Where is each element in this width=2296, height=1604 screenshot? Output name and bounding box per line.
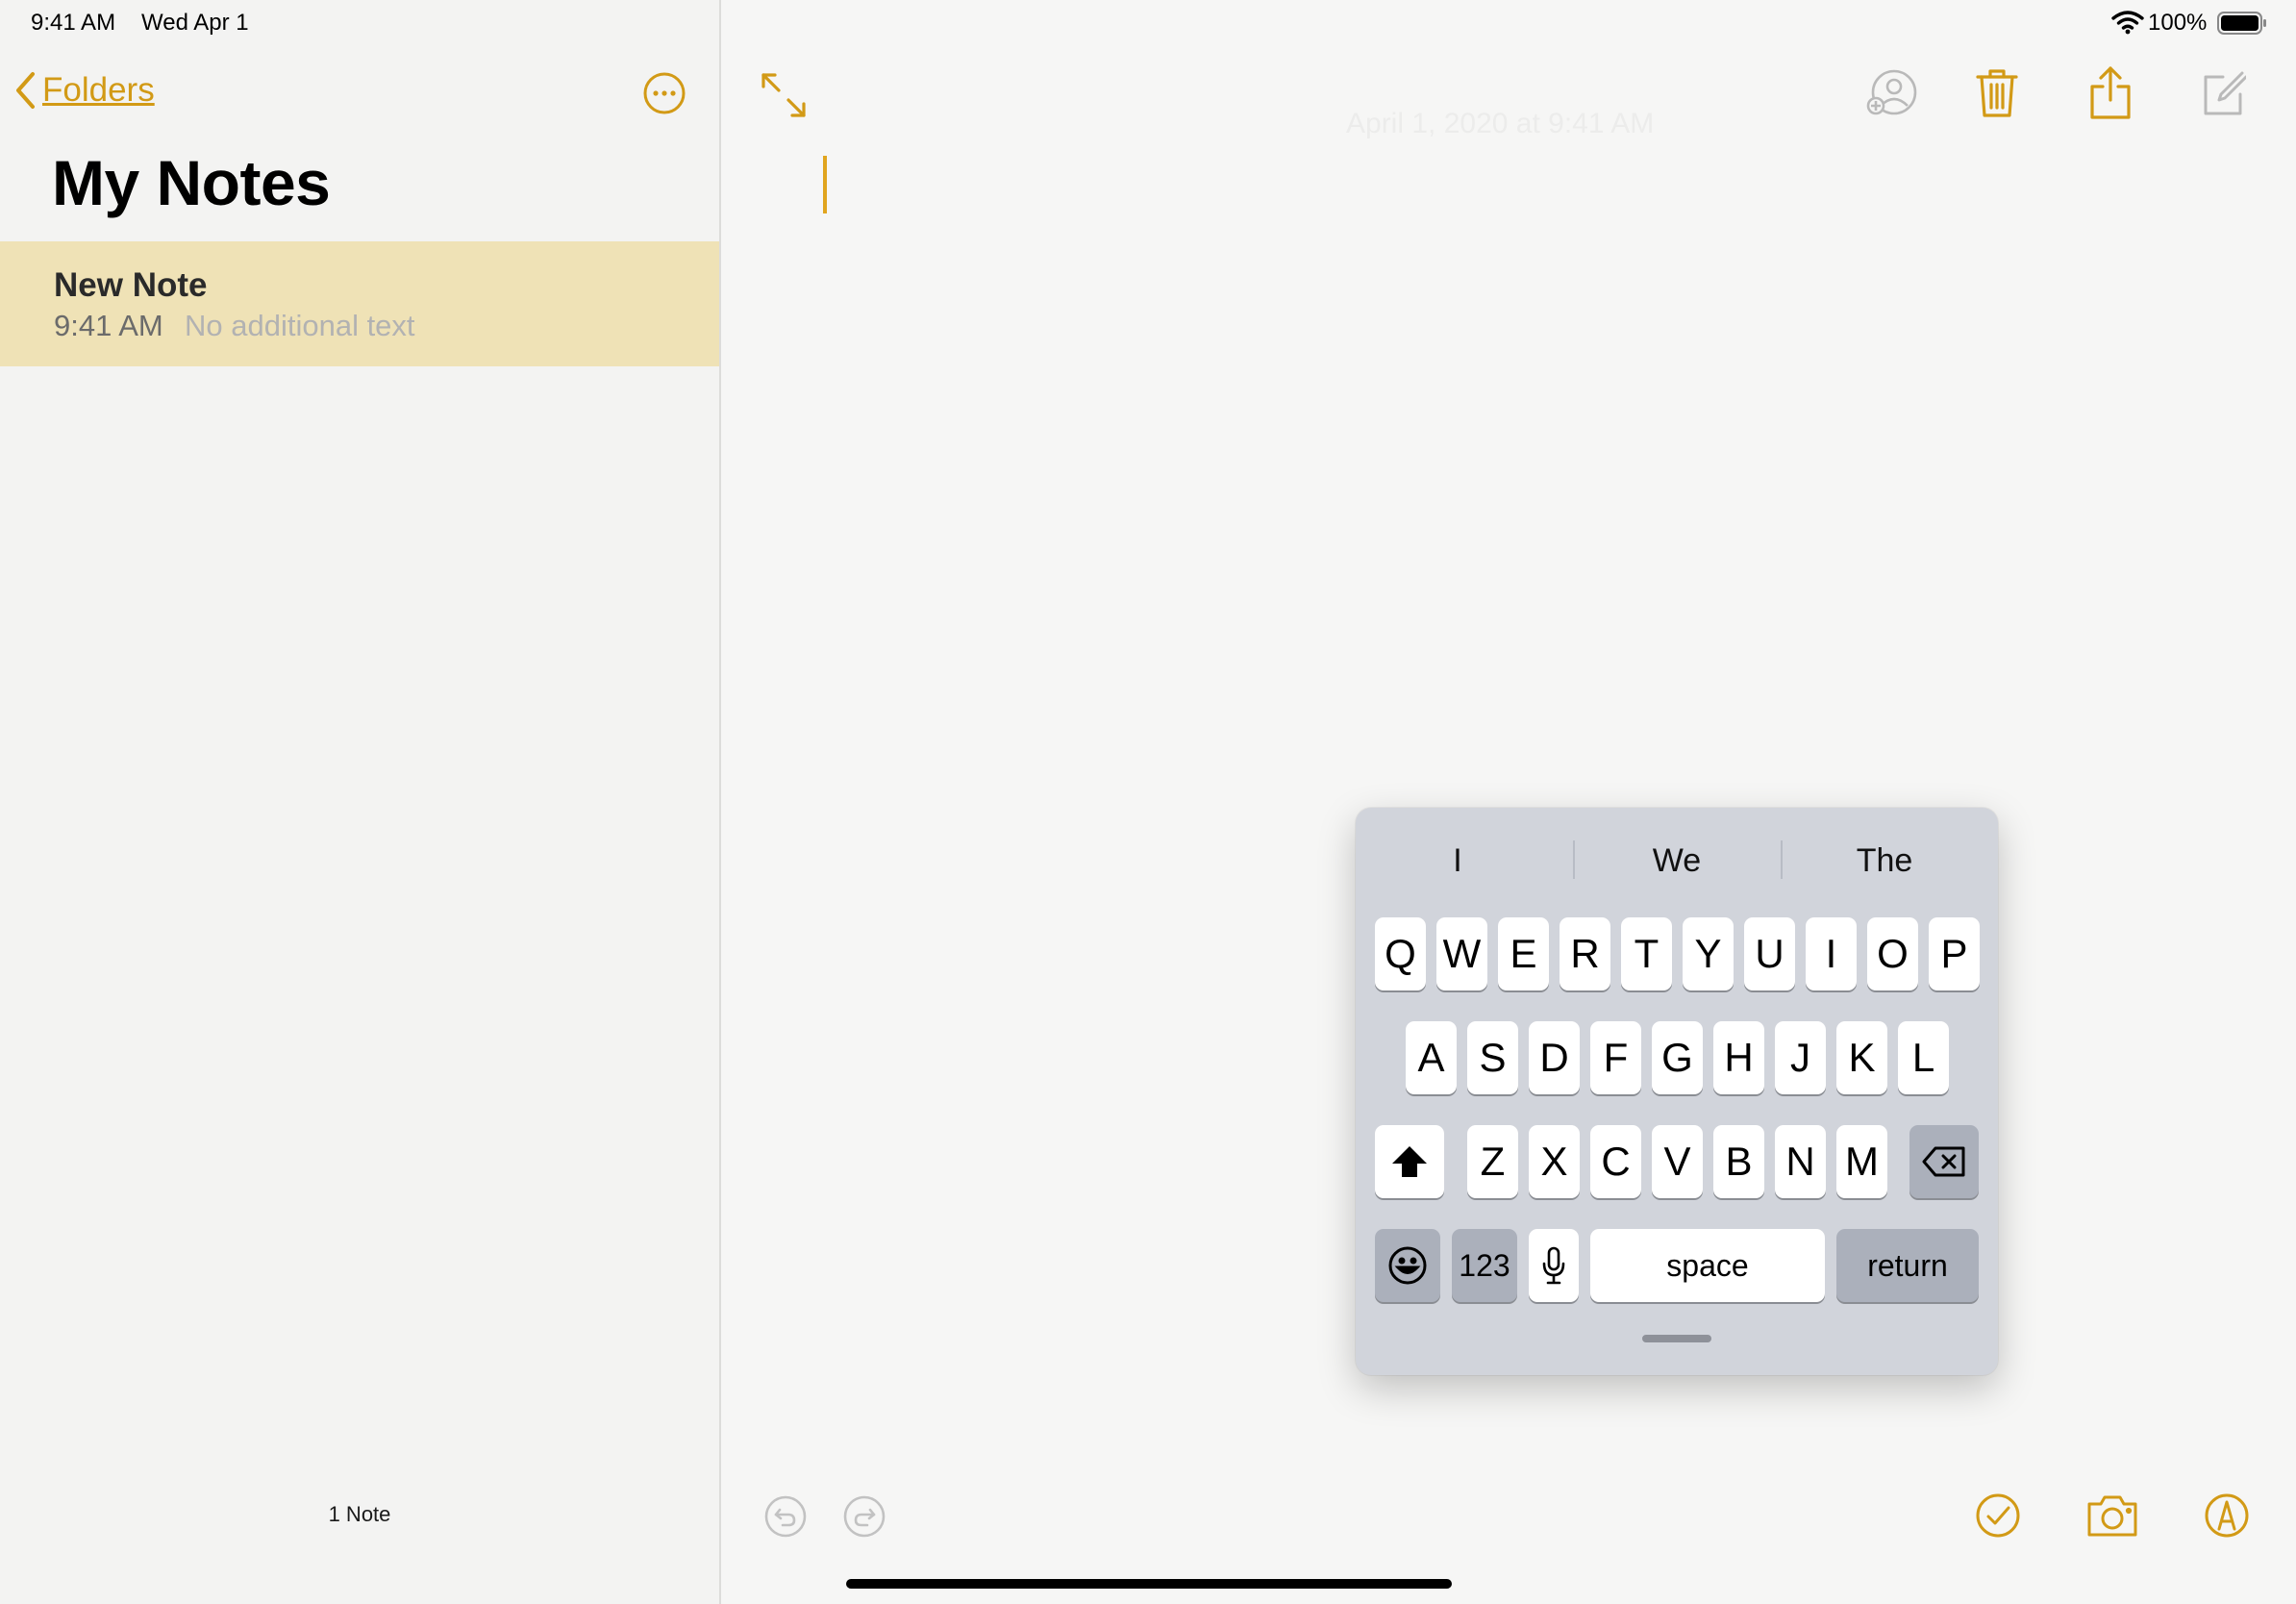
- key-m[interactable]: M: [1836, 1125, 1887, 1198]
- home-indicator[interactable]: [846, 1579, 1452, 1589]
- shift-icon: [1390, 1144, 1429, 1179]
- suggestion-1[interactable]: I: [1356, 842, 1560, 881]
- key-u[interactable]: U: [1744, 917, 1795, 990]
- compose-icon[interactable]: [2202, 69, 2246, 117]
- floating-keyboard: I We The Q W E R T Y U I O P A S D F G H…: [1356, 808, 1998, 1375]
- key-b[interactable]: B: [1713, 1125, 1764, 1198]
- key-h[interactable]: H: [1713, 1021, 1764, 1094]
- markup-icon[interactable]: [2204, 1492, 2250, 1539]
- camera-icon[interactable]: [2086, 1492, 2138, 1539]
- key-r[interactable]: R: [1560, 917, 1610, 990]
- suggestion-3[interactable]: The: [1783, 842, 1986, 881]
- share-icon[interactable]: [2088, 65, 2133, 121]
- delete-key[interactable]: [1909, 1125, 1979, 1198]
- folders-back-button[interactable]: Folders: [13, 71, 155, 110]
- emoji-key[interactable]: [1375, 1229, 1440, 1302]
- battery-percent: 100%: [2148, 10, 2208, 36]
- checklist-icon[interactable]: [1975, 1492, 2021, 1539]
- key-z[interactable]: Z: [1467, 1125, 1518, 1198]
- numbers-key[interactable]: 123: [1452, 1229, 1517, 1302]
- backspace-icon: [1922, 1146, 1966, 1177]
- key-g[interactable]: G: [1652, 1021, 1703, 1094]
- key-d[interactable]: D: [1529, 1021, 1580, 1094]
- key-n[interactable]: N: [1775, 1125, 1826, 1198]
- battery-icon: [2217, 12, 2267, 35]
- note-list-item[interactable]: New Note 9:41 AM No additional text: [0, 241, 719, 366]
- expand-icon[interactable]: [760, 71, 808, 119]
- key-q[interactable]: Q: [1375, 917, 1426, 990]
- chevron-left-icon: [13, 71, 37, 110]
- microphone-icon: [1542, 1246, 1565, 1285]
- key-v[interactable]: V: [1652, 1125, 1703, 1198]
- note-preview: No additional text: [185, 309, 415, 342]
- more-options-icon[interactable]: [642, 71, 686, 115]
- status-date: Wed Apr 1: [141, 10, 249, 36]
- note-time: 9:41 AM: [54, 309, 163, 342]
- keyboard-drag-handle[interactable]: [1642, 1335, 1711, 1342]
- note-date: April 1, 2020 at 9:41 AM: [1346, 108, 1655, 139]
- key-w[interactable]: W: [1436, 917, 1487, 990]
- text-cursor[interactable]: [823, 156, 827, 213]
- redo-icon[interactable]: [842, 1494, 886, 1539]
- key-p[interactable]: P: [1929, 917, 1980, 990]
- key-f[interactable]: F: [1590, 1021, 1641, 1094]
- key-t[interactable]: T: [1621, 917, 1672, 990]
- sidebar: Folders My Notes New Note 9:41 AM No add…: [0, 0, 721, 1604]
- key-i[interactable]: I: [1806, 917, 1857, 990]
- page-title: My Notes: [52, 147, 331, 218]
- dictation-key[interactable]: [1529, 1229, 1579, 1302]
- undo-icon[interactable]: [763, 1494, 808, 1539]
- add-people-icon[interactable]: [1865, 69, 1917, 117]
- key-l[interactable]: L: [1898, 1021, 1949, 1094]
- space-key[interactable]: space: [1590, 1229, 1825, 1302]
- shift-key[interactable]: [1375, 1125, 1444, 1198]
- note-title: New Note: [54, 266, 208, 304]
- status-time: 9:41 AM: [31, 10, 116, 36]
- key-j[interactable]: J: [1775, 1021, 1826, 1094]
- key-y[interactable]: Y: [1683, 917, 1734, 990]
- folders-back-label: Folders: [42, 71, 155, 109]
- key-s[interactable]: S: [1467, 1021, 1518, 1094]
- key-k[interactable]: K: [1836, 1021, 1887, 1094]
- key-x[interactable]: X: [1529, 1125, 1580, 1198]
- key-o[interactable]: O: [1867, 917, 1918, 990]
- key-c[interactable]: C: [1590, 1125, 1641, 1198]
- key-a[interactable]: A: [1406, 1021, 1457, 1094]
- suggestion-2[interactable]: We: [1575, 842, 1779, 881]
- emoji-icon: [1387, 1245, 1428, 1286]
- trash-icon[interactable]: [1975, 67, 2019, 119]
- return-key[interactable]: return: [1836, 1229, 1979, 1302]
- wifi-icon: [2111, 10, 2144, 35]
- notes-count: 1 Note: [328, 1502, 391, 1526]
- key-e[interactable]: E: [1498, 917, 1549, 990]
